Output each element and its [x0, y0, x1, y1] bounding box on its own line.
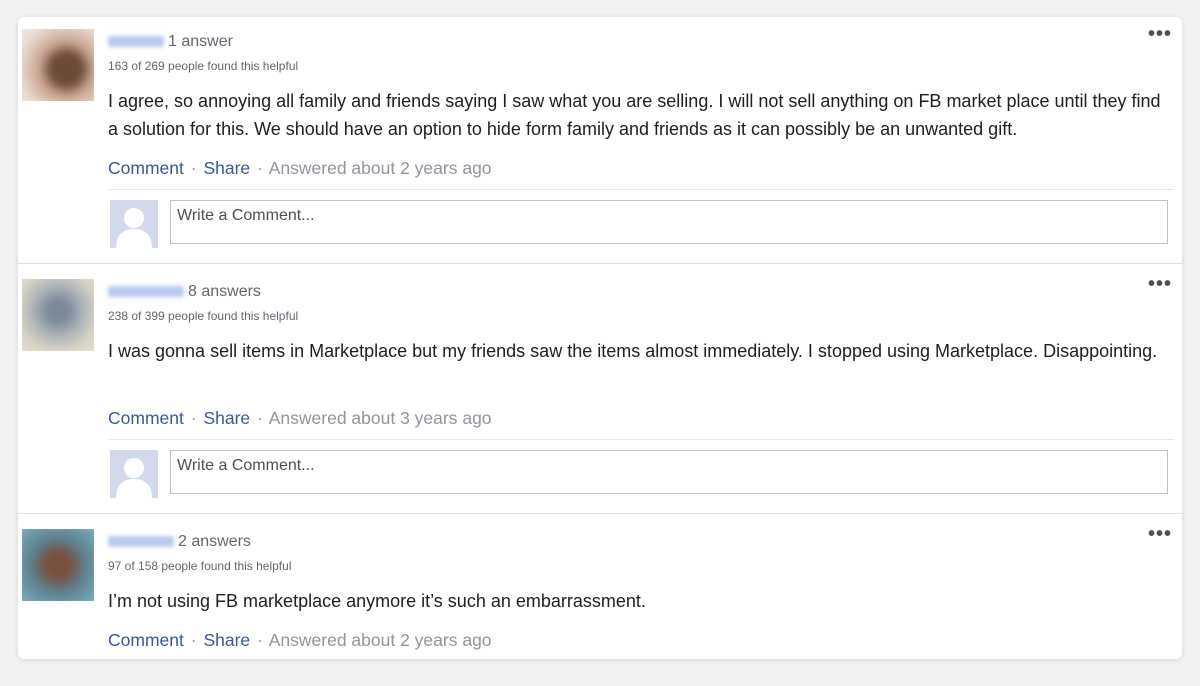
- helpful-count: 97 of 158 people found this helpful: [108, 559, 292, 573]
- user-placeholder-avatar-icon: [110, 200, 158, 248]
- share-link[interactable]: Share: [203, 408, 250, 428]
- comment-input[interactable]: Write a Comment...: [170, 200, 1168, 244]
- share-link[interactable]: Share: [203, 158, 250, 178]
- user-placeholder-avatar-icon: [110, 450, 158, 498]
- helpful-count: 238 of 399 people found this helpful: [108, 309, 299, 323]
- answers-card: 1 answer 163 of 269 people found this he…: [18, 17, 1182, 659]
- more-options-icon[interactable]: •••: [1148, 24, 1172, 44]
- avatar[interactable]: [22, 279, 94, 351]
- comment-input[interactable]: Write a Comment...: [170, 450, 1168, 494]
- answer-actions: Comment · Share · Answered about 2 years…: [108, 630, 492, 651]
- author-name-blurred[interactable]: [108, 536, 174, 547]
- comment-composer: Write a Comment...: [108, 439, 1174, 500]
- answer-item: 2 answers 97 of 158 people found this he…: [18, 517, 1182, 659]
- more-options-icon[interactable]: •••: [1148, 524, 1172, 544]
- separator: ·: [190, 630, 197, 650]
- answer-text: I’m not using FB marketplace anymore it’…: [108, 591, 646, 611]
- author-name-blurred[interactable]: [108, 286, 184, 297]
- answered-timestamp: Answered about 3 years ago: [268, 408, 492, 428]
- answer-actions: Comment · Share · Answered about 3 years…: [108, 408, 492, 429]
- answer-count[interactable]: 1 answer: [168, 33, 233, 50]
- comment-link[interactable]: Comment: [108, 408, 184, 428]
- comment-link[interactable]: Comment: [108, 158, 184, 178]
- author-row: 8 answers: [108, 283, 261, 301]
- divider: [18, 263, 1182, 264]
- helpful-count: 163 of 269 people found this helpful: [108, 59, 299, 73]
- comment-composer: Write a Comment...: [108, 189, 1174, 250]
- separator: ·: [257, 408, 263, 428]
- author-name-blurred[interactable]: [108, 36, 164, 47]
- share-link[interactable]: Share: [203, 630, 250, 650]
- answer-count[interactable]: 2 answers: [178, 533, 251, 550]
- comment-link[interactable]: Comment: [108, 630, 184, 650]
- separator: ·: [257, 630, 263, 650]
- avatar[interactable]: [22, 529, 94, 601]
- answer-actions: Comment · Share · Answered about 2 years…: [108, 158, 492, 179]
- answered-timestamp: Answered about 2 years ago: [268, 158, 492, 178]
- separator: ·: [190, 408, 197, 428]
- answer-item: 1 answer 163 of 269 people found this he…: [18, 17, 1182, 263]
- avatar[interactable]: [22, 29, 94, 101]
- answer-text: I was gonna sell items in Marketplace bu…: [108, 341, 1158, 361]
- author-row: 2 answers: [108, 533, 251, 551]
- separator: ·: [190, 158, 197, 178]
- answer-text: I agree, so annoying all family and frie…: [108, 91, 1161, 139]
- separator: ·: [257, 158, 263, 178]
- answered-timestamp: Answered about 2 years ago: [268, 630, 492, 650]
- answer-count[interactable]: 8 answers: [188, 283, 261, 300]
- author-row: 1 answer: [108, 33, 233, 51]
- divider: [18, 513, 1182, 514]
- more-options-icon[interactable]: •••: [1148, 274, 1172, 294]
- answer-item: 8 answers 238 of 399 people found this h…: [18, 267, 1182, 513]
